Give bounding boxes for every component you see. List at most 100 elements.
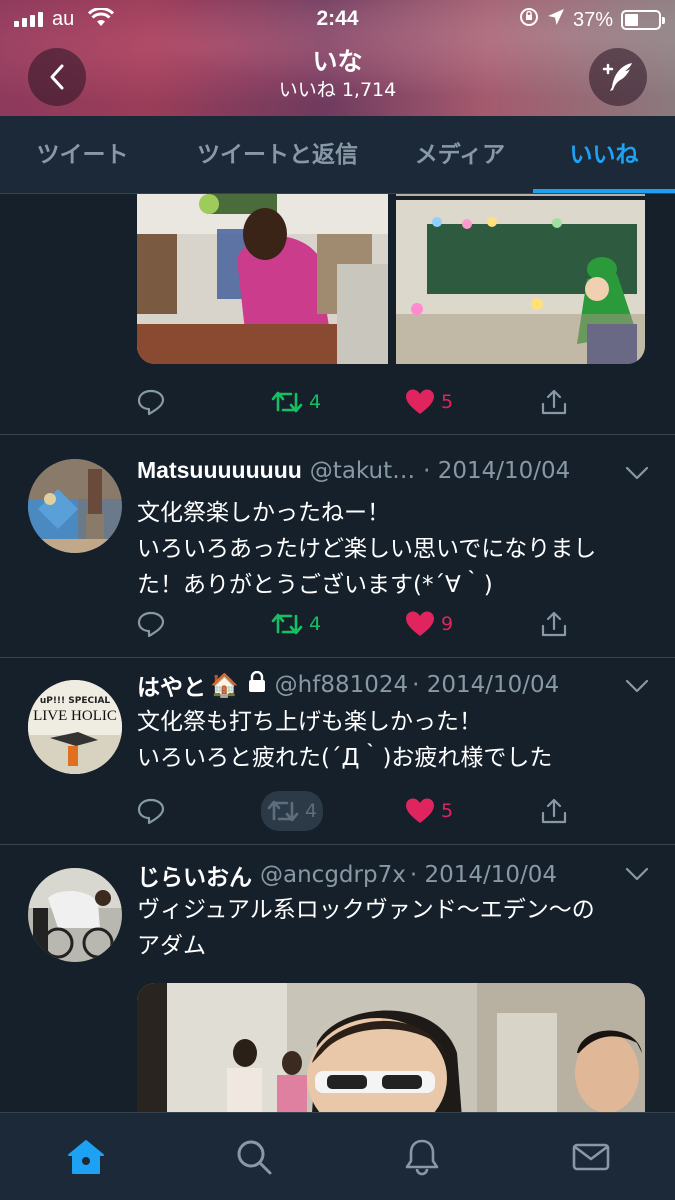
- tweet-actions: 4 5: [137, 791, 637, 831]
- tweet[interactable]: Matsuuuuuuuu @takut… · 2014/10/04 文化祭楽しか…: [0, 435, 675, 658]
- tweet-text-line: いろいろと疲れた(´Д｀)お疲れ様でした: [137, 745, 553, 771]
- tweet-menu-button[interactable]: [625, 678, 649, 697]
- like-button[interactable]: 9: [405, 604, 453, 644]
- share-icon: [541, 611, 567, 637]
- reply-button[interactable]: [137, 382, 165, 422]
- profile-header: au 2:44 37% いな いいね 1,714: [0, 0, 675, 116]
- user-handle[interactable]: @takut…: [310, 458, 415, 484]
- heart-icon: [406, 389, 434, 414]
- tweet-text: ヴィジュアル系ロックヴァンド〜エデン〜の アダム: [137, 892, 657, 964]
- bottom-tab-bar: [0, 1112, 675, 1200]
- user-handle[interactable]: @ancgdrp7x: [260, 862, 406, 888]
- lock-icon: [247, 670, 267, 699]
- profile-tabs: ツイート ツイートと返信 メディア いいね: [0, 116, 675, 194]
- status-bar: au 2:44 37%: [0, 0, 675, 38]
- reply-icon: [137, 611, 165, 638]
- avatar-text: uP!!! SPECIAL: [39, 696, 111, 706]
- tweet-text: 文化祭楽しかったねー！ いろいろあったけど楽しい思いでになりまし た！ありがとう…: [137, 495, 657, 603]
- tweet-header: じらいおん @ancgdrp7x · 2014/10/04: [137, 858, 557, 892]
- display-name[interactable]: Matsuuuuuuuu: [137, 457, 302, 484]
- tweet-menu-button[interactable]: [625, 866, 649, 885]
- house-emoji: 🏠: [210, 672, 239, 699]
- messages-tab[interactable]: [569, 1135, 613, 1179]
- battery-icon: [621, 10, 665, 30]
- like-count: 5: [441, 391, 454, 413]
- like-count: 5: [441, 800, 454, 822]
- tweet-photo: [137, 983, 645, 1112]
- location-icon: [547, 8, 565, 32]
- share-icon: [541, 798, 567, 824]
- tweet-text: 文化祭も打ち上げも楽しかった！ いろいろと疲れた(´Д｀)お疲れ様でした: [137, 704, 657, 776]
- tweet-media[interactable]: [137, 983, 645, 1112]
- tweet-date[interactable]: · 2014/10/04: [412, 672, 559, 698]
- heart-icon: [406, 611, 434, 636]
- tweet-text-line: た！ありがとうございます(*´∀｀): [137, 572, 493, 598]
- search-tab[interactable]: [232, 1135, 276, 1179]
- tweet-text-line: いろいろあったけど楽しい思いでになりまし: [137, 536, 597, 562]
- retweet-count: 4: [305, 800, 318, 822]
- tweet-date[interactable]: · 2014/10/04: [423, 458, 570, 484]
- tweet[interactable]: 4 5: [0, 194, 675, 435]
- retweet-button[interactable]: 4: [271, 382, 321, 422]
- compose-tweet-button[interactable]: [589, 48, 647, 106]
- active-tab-indicator: [533, 189, 675, 193]
- avatar[interactable]: [28, 459, 122, 553]
- search-icon: [237, 1140, 272, 1175]
- chevron-down-icon: [625, 867, 649, 881]
- tweet-menu-button[interactable]: [625, 465, 649, 484]
- retweet-count: 4: [309, 613, 322, 635]
- home-tab[interactable]: [64, 1135, 108, 1179]
- tweet-media[interactable]: [137, 194, 645, 364]
- tweet-text-line: アダム: [137, 933, 206, 959]
- share-button[interactable]: [540, 604, 568, 644]
- like-count: 9: [441, 613, 454, 635]
- tweet[interactable]: じらいおん @ancgdrp7x · 2014/10/04 ヴィジュアル系ロック…: [0, 846, 675, 1112]
- tweet-date[interactable]: · 2014/10/04: [410, 862, 557, 888]
- orientation-lock-icon: [519, 7, 539, 33]
- share-button[interactable]: [540, 791, 568, 831]
- user-handle[interactable]: @hf881024: [275, 672, 408, 698]
- tab-likes[interactable]: いいね: [533, 116, 675, 194]
- like-button[interactable]: 5: [405, 791, 453, 831]
- avatar-text: LIVE HOLIC: [33, 708, 117, 724]
- tweet-photo-grid: [137, 194, 645, 364]
- avatar-image: [28, 459, 122, 553]
- retweet-button[interactable]: 4: [271, 604, 321, 644]
- notifications-icon: [405, 1139, 439, 1176]
- chevron-down-icon: [625, 679, 649, 693]
- tweet[interactable]: uP!!! SPECIAL LIVE HOLIC はやと 🏠 @hf881024…: [0, 658, 675, 845]
- reply-button[interactable]: [137, 604, 165, 644]
- retweet-icon: [271, 613, 303, 635]
- tweet-text-line: 文化祭も打ち上げも楽しかった！: [137, 709, 482, 735]
- home-icon: [68, 1140, 104, 1174]
- timeline[interactable]: 4 5 Matsuuuuuuuu @takut… · 2014/10/04 文化…: [0, 194, 675, 1112]
- retweet-icon: [271, 391, 303, 413]
- display-name[interactable]: じらいおん: [137, 858, 252, 892]
- tab-media[interactable]: メディア: [395, 116, 525, 194]
- compose-feather-icon: [602, 63, 632, 91]
- avatar[interactable]: uP!!! SPECIAL LIVE HOLIC: [28, 680, 122, 774]
- avatar-image: [28, 868, 122, 962]
- display-name[interactable]: はやと: [137, 668, 206, 702]
- like-button[interactable]: 5: [405, 382, 453, 422]
- tweet-text-line: 文化祭楽しかったねー！: [137, 500, 390, 526]
- notifications-tab[interactable]: [400, 1135, 444, 1179]
- heart-icon: [406, 798, 434, 823]
- reply-icon: [137, 798, 165, 825]
- tweet-header: Matsuuuuuuuu @takut… · 2014/10/04: [137, 457, 570, 484]
- messages-icon: [572, 1143, 610, 1171]
- retweet-button[interactable]: 4: [261, 791, 324, 831]
- battery-percent: 37%: [572, 8, 613, 31]
- retweet-count: 4: [309, 391, 322, 413]
- share-icon: [541, 389, 567, 415]
- tab-tweets[interactable]: ツイート: [10, 116, 155, 194]
- share-button[interactable]: [540, 382, 568, 422]
- tweet-text-line: ヴィジュアル系ロックヴァンド〜エデン〜の: [137, 897, 595, 923]
- likes-count: いいね 1,714: [278, 79, 397, 101]
- avatar[interactable]: [28, 868, 122, 962]
- chevron-down-icon: [625, 466, 649, 480]
- retweet-icon: [267, 800, 299, 822]
- tab-tweets-and-replies[interactable]: ツイートと返信: [180, 116, 375, 194]
- tweet-header: はやと 🏠 @hf881024 · 2014/10/04: [137, 668, 559, 702]
- reply-button[interactable]: [137, 791, 165, 831]
